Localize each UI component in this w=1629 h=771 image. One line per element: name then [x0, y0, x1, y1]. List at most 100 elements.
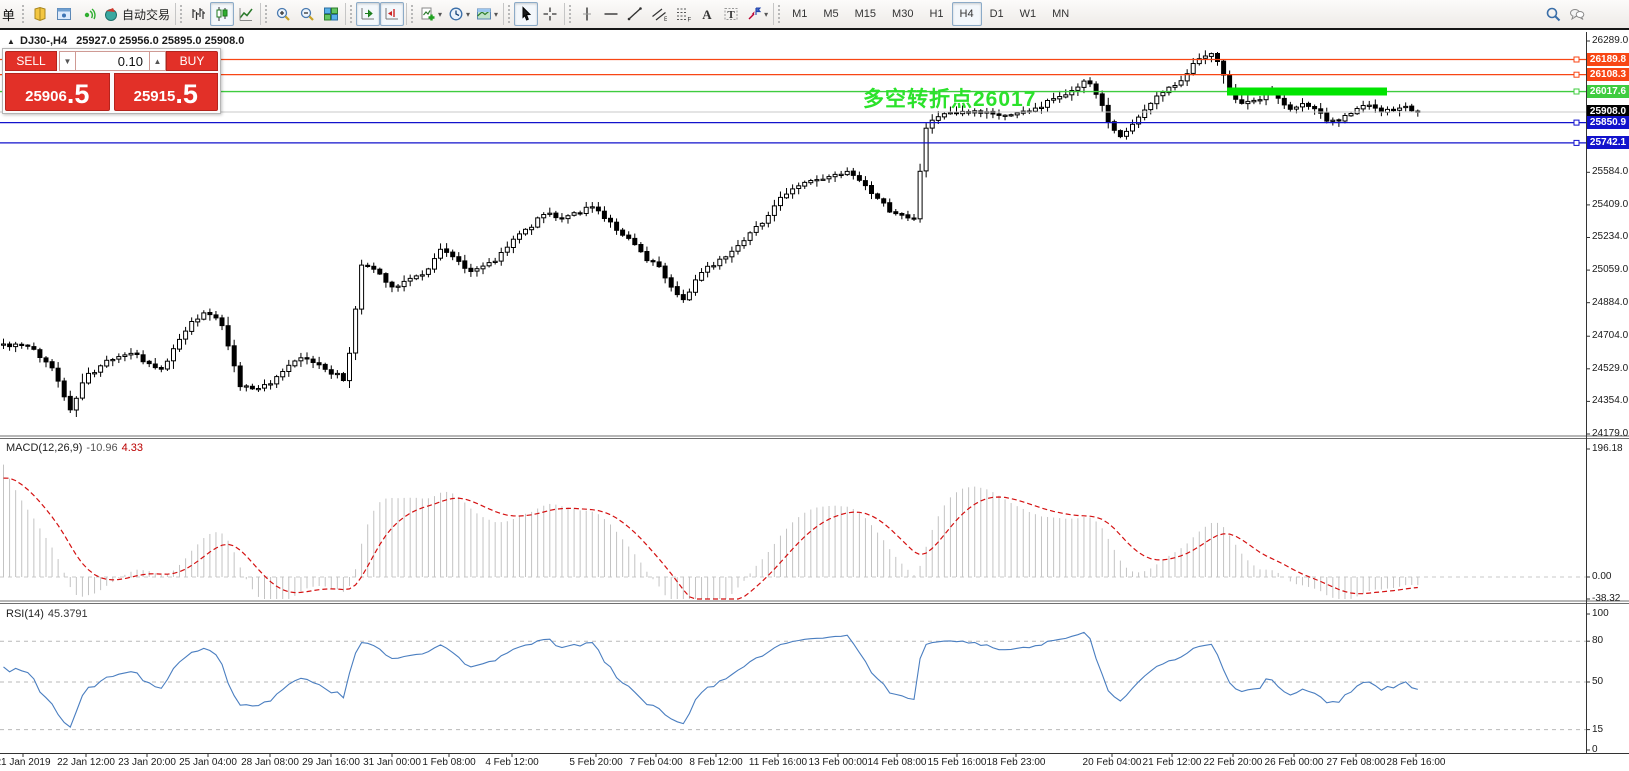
autotrading-button[interactable]: 自动交易 — [100, 2, 173, 26]
panel-collapse-icon[interactable]: ▲ — [7, 37, 15, 46]
volume-input[interactable] — [76, 51, 149, 71]
zoom-in-icon — [276, 7, 290, 21]
zoom-in-button[interactable] — [271, 2, 295, 26]
candle — [1117, 130, 1123, 138]
timeframe-mn-button[interactable]: MN — [1044, 2, 1077, 26]
support-zone-rectangle[interactable] — [1227, 87, 1387, 96]
text-button[interactable]: A — [695, 2, 719, 26]
candle — [79, 382, 85, 399]
book-button[interactable] — [28, 2, 52, 26]
auto-scroll-button[interactable] — [356, 2, 381, 26]
candle — [316, 362, 322, 366]
tile-windows-button[interactable] — [319, 2, 343, 26]
timeframe-m30-button[interactable]: M30 — [884, 2, 921, 26]
volume-decrease-button[interactable]: ▼ — [59, 51, 76, 71]
candle — [1391, 108, 1396, 112]
candle — [705, 265, 711, 273]
periods-clock-button[interactable]: ▾ — [445, 2, 473, 26]
level-handle[interactable] — [1573, 56, 1580, 63]
bar-chart-button[interactable] — [186, 2, 210, 26]
vertical-line-button[interactable] — [575, 2, 599, 26]
line-chart-button[interactable] — [234, 2, 258, 26]
candle — [626, 234, 632, 239]
candle — [1245, 100, 1251, 105]
timeframe-m15-button[interactable]: M15 — [847, 2, 884, 26]
candle — [456, 256, 462, 262]
candle — [541, 214, 547, 219]
candle — [911, 217, 917, 220]
candle — [164, 360, 170, 370]
macd-scale-tick: -38.32 — [1592, 593, 1621, 604]
candle — [195, 318, 201, 323]
candle — [413, 275, 419, 280]
chart-shift-icon — [385, 8, 399, 20]
toolbar-separator — [345, 3, 347, 25]
search-button[interactable] — [1541, 2, 1565, 26]
dropdown-arrow-icon[interactable]: ▾ — [438, 10, 442, 19]
chart-ohlc-values: 25927.0 25956.0 25895.0 25908.0 — [76, 35, 245, 47]
new-order-button[interactable]: 单 — [2, 5, 16, 24]
sell-button[interactable]: SELL — [5, 51, 57, 71]
signal-button[interactable] — [76, 2, 100, 26]
chat-button[interactable] — [1565, 2, 1589, 26]
candle — [49, 361, 55, 369]
price-level-label: 25742.1 — [1587, 136, 1629, 150]
chart-annotation-text[interactable]: 多空转折点26017 — [863, 83, 1036, 113]
candlestick-button[interactable] — [210, 2, 235, 26]
level-handle[interactable] — [1573, 119, 1580, 126]
candle — [644, 251, 650, 262]
level-handle[interactable] — [1573, 139, 1580, 146]
indicators-add-button[interactable]: ▾ — [417, 2, 445, 26]
candle — [929, 119, 935, 129]
candle — [110, 359, 116, 362]
cursor-button[interactable] — [514, 2, 539, 26]
candle — [717, 258, 723, 267]
candle — [492, 260, 498, 263]
timeframe-m5-button[interactable]: M5 — [815, 2, 846, 26]
candle — [249, 385, 255, 390]
channel-button[interactable]: E — [647, 2, 671, 26]
volume-increase-button[interactable]: ▲ — [149, 51, 166, 71]
text-label-button[interactable]: T — [719, 2, 743, 26]
candle — [134, 352, 140, 356]
timeframe-w1-button[interactable]: W1 — [1012, 2, 1045, 26]
buy-price-button[interactable]: 25915 .5 — [113, 73, 218, 111]
trendline-button[interactable] — [623, 2, 647, 26]
chart-shift-button[interactable] — [380, 2, 405, 26]
crosshair-button[interactable] — [538, 2, 562, 26]
level-handle[interactable] — [1573, 88, 1580, 95]
candle — [359, 264, 365, 310]
mt4-terminal: { "colors": { "accent_red": "#e23028", "… — [0, 0, 1629, 771]
time-axis-label: 22 Feb 20:00 — [1203, 757, 1263, 768]
price-chart-canvas[interactable] — [0, 30, 1629, 771]
timeframe-m1-button[interactable]: M1 — [784, 2, 815, 26]
candle — [152, 363, 158, 369]
templates-button[interactable]: ▾ — [473, 2, 501, 26]
candle — [310, 358, 316, 364]
candle — [699, 272, 705, 281]
candle — [808, 180, 814, 184]
candle — [19, 343, 25, 346]
candle — [796, 185, 802, 190]
market-window-button[interactable] — [52, 2, 76, 26]
candle — [158, 367, 164, 370]
fibonacci-button[interactable]: F — [671, 2, 695, 26]
dropdown-arrow-icon[interactable]: ▾ — [494, 10, 498, 19]
zoom-out-button[interactable] — [295, 2, 319, 26]
candle — [547, 212, 553, 215]
dropdown-arrow-icon[interactable]: ▾ — [764, 10, 768, 19]
dropdown-arrow-icon[interactable]: ▾ — [466, 10, 470, 19]
candle — [274, 376, 280, 385]
candle — [207, 312, 213, 316]
buy-button[interactable]: BUY — [166, 51, 218, 71]
timeframe-h1-button[interactable]: H1 — [921, 2, 951, 26]
timeframe-d1-button[interactable]: D1 — [982, 2, 1012, 26]
arrows-button[interactable]: ▾ — [743, 2, 771, 26]
sell-price-button[interactable]: 25906 .5 — [5, 73, 110, 111]
candle — [893, 211, 899, 215]
periods-clock-icon — [449, 7, 463, 21]
horizontal-line-button[interactable] — [599, 2, 623, 26]
timeframe-h4-button[interactable]: H4 — [951, 2, 982, 26]
candle — [771, 205, 777, 216]
level-handle[interactable] — [1573, 71, 1580, 78]
